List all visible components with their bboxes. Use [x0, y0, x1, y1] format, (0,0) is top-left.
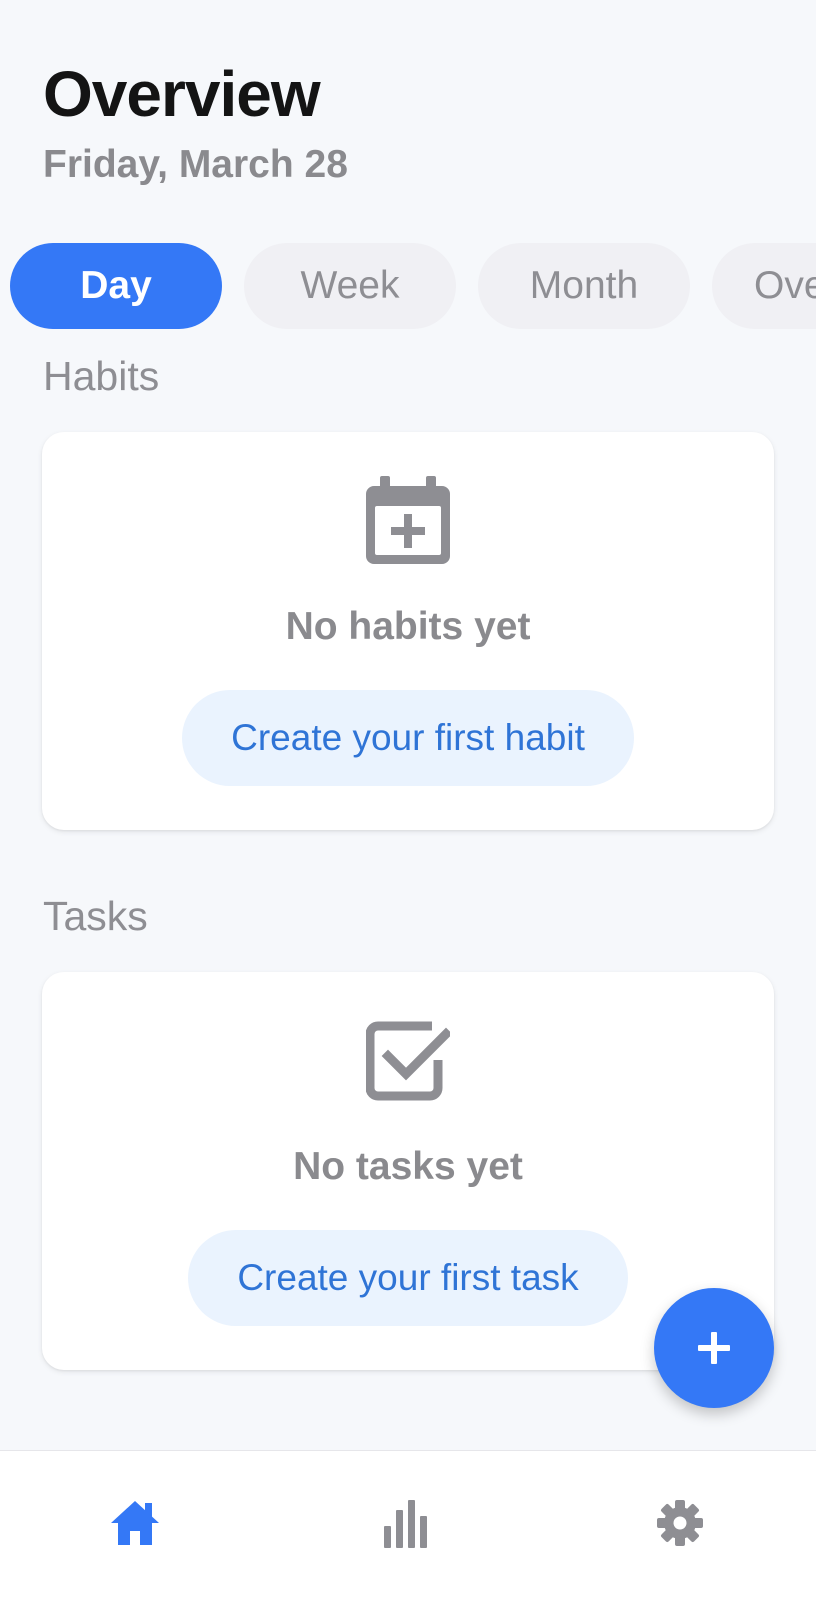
header: Overview Friday, March 28 [43, 58, 348, 188]
tab-month[interactable]: Month [478, 243, 690, 329]
nav-settings[interactable] [620, 1463, 740, 1583]
gear-icon [657, 1500, 703, 1546]
bar-chart-icon [384, 1500, 427, 1548]
habits-empty-card: No habits yet Create your first habit [42, 432, 774, 830]
habits-section-label: Habits [43, 353, 160, 399]
bottom-nav [0, 1450, 816, 1600]
nav-home[interactable] [75, 1463, 195, 1583]
tab-day[interactable]: Day [10, 243, 222, 329]
date-subtitle: Friday, March 28 [43, 143, 348, 186]
period-tabs: Day Week Month Ove [10, 243, 816, 329]
tasks-section-label: Tasks [43, 893, 148, 939]
habits-empty-text: No habits yet [285, 605, 531, 648]
tasks-empty-card: No tasks yet Create your first task [42, 972, 774, 1370]
tab-overall[interactable]: Ove [712, 243, 816, 329]
tab-week[interactable]: Week [244, 243, 456, 329]
plus-icon [698, 1332, 730, 1364]
create-first-habit-button[interactable]: Create your first habit [182, 690, 634, 786]
checkbox-checked-icon [366, 1021, 450, 1101]
home-icon [111, 1501, 159, 1545]
page-title: Overview [43, 58, 321, 130]
nav-statistics[interactable] [346, 1463, 466, 1583]
overview-screen: Overview Friday, March 28 Day Week Month… [0, 0, 816, 1600]
create-first-task-button[interactable]: Create your first task [188, 1230, 628, 1326]
add-button[interactable] [654, 1288, 774, 1408]
calendar-plus-icon [366, 476, 450, 564]
tasks-empty-text: No tasks yet [293, 1145, 523, 1188]
